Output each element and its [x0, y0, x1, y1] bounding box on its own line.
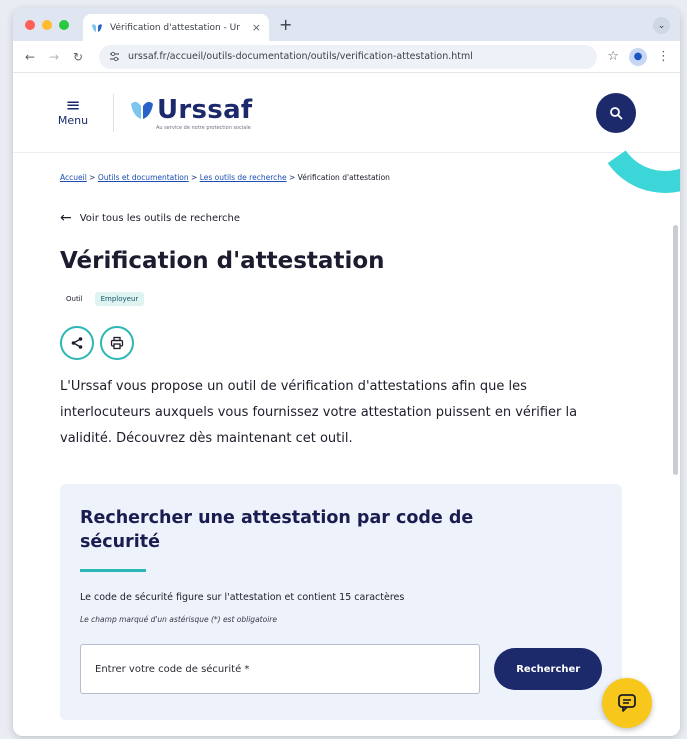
card-description: Le code de sécurité figure sur l'attesta…	[80, 592, 405, 603]
tab-title: Vérification d'attestation - Ur	[110, 22, 240, 33]
main-content: Accueil > Outils et documentation > Les …	[13, 173, 680, 720]
share-icon	[71, 337, 83, 349]
print-button[interactable]	[100, 326, 134, 360]
site-settings-icon[interactable]	[109, 51, 120, 62]
rechercher-button[interactable]: Rechercher	[494, 648, 602, 690]
card-title: Rechercher une attestation par code de s…	[80, 508, 474, 552]
browser-toolbar: ← → ↻ urssaf.fr/accueil/outils-documenta…	[13, 41, 680, 73]
maximize-window-button[interactable]	[59, 19, 69, 30]
close-window-button[interactable]	[25, 19, 35, 30]
hamburger-icon: ≡	[65, 95, 81, 116]
print-icon	[110, 336, 124, 350]
back-link-label: Voir tous les outils de recherche	[79, 212, 240, 224]
tag-list: Outil Employeur	[60, 292, 633, 306]
search-attestation-card: Rechercher une attestation par code de s…	[60, 484, 622, 720]
breadcrumb-item-accueil[interactable]: Accueil	[60, 173, 87, 182]
search-form: Rechercher	[80, 644, 602, 694]
logo-wordmark: Urssaf	[157, 94, 253, 125]
page-viewport: ≡ Menu Urssaf Au service de notre protec…	[13, 73, 680, 736]
tag-outil: Outil	[66, 295, 83, 303]
window-controls	[25, 19, 69, 30]
tag-employeur: Employeur	[94, 292, 145, 306]
breadcrumb-item-recherche[interactable]: Les outils de recherche	[200, 173, 287, 182]
chat-assistant-button[interactable]	[602, 678, 652, 728]
site-header: ≡ Menu Urssaf Au service de notre protec…	[13, 73, 680, 153]
back-arrow-icon: ←	[60, 210, 72, 226]
logo-divider	[113, 93, 114, 132]
menu-button[interactable]: ≡ Menu	[53, 95, 93, 128]
required-field-note: Le champ marqué d'un astérisque (*) est …	[80, 615, 277, 624]
breadcrumb-separator: >	[86, 173, 98, 182]
breadcrumb-item-outils[interactable]: Outils et documentation	[98, 173, 189, 182]
browser-window: Vérification d'attestation - Ur × + ⌄ ← …	[13, 8, 680, 736]
minimize-window-button[interactable]	[42, 19, 52, 30]
new-tab-button[interactable]: +	[279, 15, 292, 34]
tab-search-button[interactable]: ⌄	[653, 17, 670, 34]
menu-label: Menu	[57, 114, 89, 127]
back-arrow-icon[interactable]: ←	[23, 50, 37, 64]
reload-icon[interactable]: ↻	[71, 50, 85, 64]
breadcrumb-separator: >	[286, 173, 298, 182]
intro-paragraph: L'Urssaf vous propose un outil de vérifi…	[60, 379, 578, 446]
urssaf-bird-logo-icon	[131, 101, 153, 119]
browser-tab[interactable]: Vérification d'attestation - Ur ×	[83, 14, 269, 41]
profile-avatar-icon[interactable]: ●	[629, 47, 647, 66]
card-title-underline	[80, 569, 146, 572]
logo-tagline: Au service de notre protection sociale	[156, 124, 251, 131]
share-button[interactable]	[60, 326, 94, 360]
security-code-input[interactable]	[80, 644, 481, 694]
tab-strip: Vérification d'attestation - Ur × + ⌄	[13, 8, 680, 41]
urssaf-favicon-icon	[92, 23, 102, 32]
browser-menu-icon[interactable]: ⋮	[657, 49, 670, 64]
breadcrumb-current: Vérification d'attestation	[297, 173, 390, 182]
page-title: Vérification d'attestation	[60, 248, 385, 274]
breadcrumb: Accueil > Outils et documentation > Les …	[60, 173, 633, 182]
tab-close-icon[interactable]: ×	[252, 21, 261, 34]
page-actions	[60, 326, 633, 360]
chat-bubble-icon	[618, 694, 636, 712]
address-bar[interactable]: urssaf.fr/accueil/outils-documentation/o…	[99, 44, 598, 69]
breadcrumb-separator: >	[188, 173, 200, 182]
forward-arrow-icon[interactable]: →	[47, 50, 61, 64]
bookmark-star-icon[interactable]: ☆	[607, 49, 619, 64]
urssaf-logo[interactable]: Urssaf Au service de notre protection so…	[130, 95, 253, 131]
url-text: urssaf.fr/accueil/outils-documentation/o…	[128, 51, 473, 62]
back-to-tools-link[interactable]: ← Voir tous les outils de recherche	[60, 210, 633, 226]
page-scrollbar[interactable]	[673, 225, 678, 475]
